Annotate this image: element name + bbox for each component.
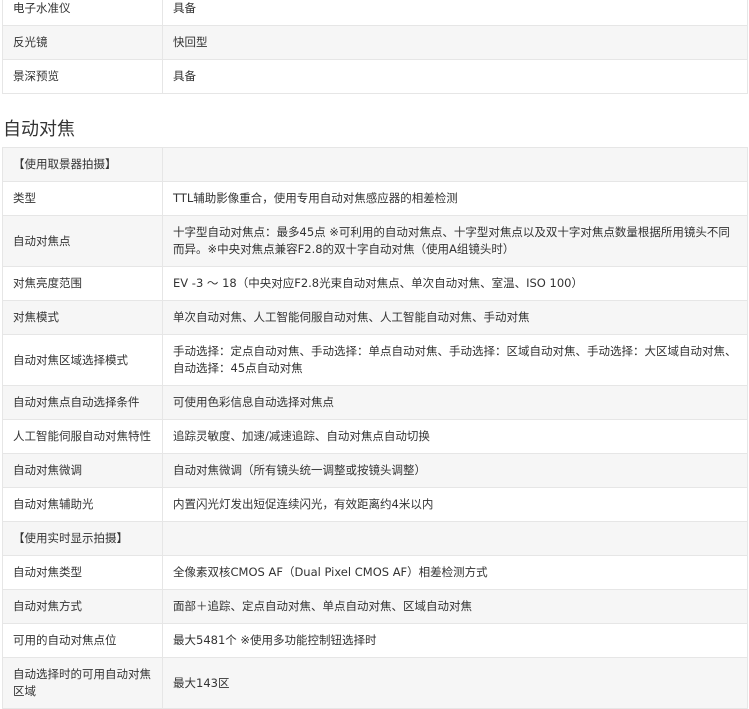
table-row: 【使用实时显示拍摄】: [2, 521, 748, 556]
spec-value: 具备: [162, 0, 748, 26]
table-row: 反光镜 快回型: [2, 25, 748, 60]
spec-value: 可使用色彩信息自动选择对焦点: [162, 385, 748, 420]
spec-label: 自动对焦区域选择模式: [2, 334, 163, 386]
spec-label: 电子水准仪: [2, 0, 163, 26]
spec-value: EV -3 ～ 18（中央对应F2.8光束自动对焦点、单次自动对焦、室温、ISO…: [162, 266, 748, 301]
table-row: 人工智能伺服自动对焦特性 追踪灵敏度、加速/减速追踪、自动对焦点自动切换: [2, 419, 748, 454]
spec-label: 对焦模式: [2, 300, 163, 335]
spec-group-label: 【使用实时显示拍摄】: [2, 521, 163, 556]
table-row: 类型 TTL辅助影像重合，使用专用自动对焦感应器的相差检测: [2, 181, 748, 216]
table-row: 景深预览 具备: [2, 59, 748, 94]
spec-label: 自动对焦方式: [2, 589, 163, 624]
autofocus-spec-table: 【使用取景器拍摄】 类型 TTL辅助影像重合，使用专用自动对焦感应器的相差检测 …: [2, 147, 748, 709]
table-row: 对焦亮度范围 EV -3 ～ 18（中央对应F2.8光束自动对焦点、单次自动对焦…: [2, 266, 748, 301]
spec-value: 追踪灵敏度、加速/减速追踪、自动对焦点自动切换: [162, 419, 748, 454]
section-title: 自动对焦: [3, 119, 75, 140]
spec-label: 自动对焦微调: [2, 453, 163, 488]
spec-value: TTL辅助影像重合，使用专用自动对焦感应器的相差检测: [162, 181, 748, 216]
spec-label: 对焦亮度范围: [2, 266, 163, 301]
table-row: 自动对焦点 十字型自动对焦点：最多45点 ※可利用的自动对焦点、十字型对焦点以及…: [2, 215, 748, 267]
spec-value: 全像素双核CMOS AF（Dual Pixel CMOS AF）相差检测方式: [162, 555, 748, 590]
spec-value: 最大143区: [162, 657, 748, 709]
table-row: 自动对焦辅助光 内置闪光灯发出短促连续闪光，有效距离约4米以内: [2, 487, 748, 522]
table-row: 自动对焦点自动选择条件 可使用色彩信息自动选择对焦点: [2, 385, 748, 420]
spec-label: 自动选择时的可用自动对焦区域: [2, 657, 163, 709]
spec-value: 面部＋追踪、定点自动对焦、单点自动对焦、区域自动对焦: [162, 589, 748, 624]
spec-value: 内置闪光灯发出短促连续闪光，有效距离约4米以内: [162, 487, 748, 522]
table-row: 电子水准仪 具备: [2, 0, 748, 26]
spec-label: 可用的自动对焦点位: [2, 623, 163, 658]
table-row: 【使用取景器拍摄】: [2, 147, 748, 182]
spec-label: 类型: [2, 181, 163, 216]
spec-value: [162, 147, 748, 182]
table-row: 自动选择时的可用自动对焦区域 最大143区: [2, 657, 748, 709]
spec-label: 自动对焦辅助光: [2, 487, 163, 522]
table-row: 自动对焦区域选择模式 手动选择：定点自动对焦、手动选择：单点自动对焦、手动选择：…: [2, 334, 748, 386]
table-row: 自动对焦微调 自动对焦微调（所有镜头统一调整或按镜头调整）: [2, 453, 748, 488]
table-row: 自动对焦类型 全像素双核CMOS AF（Dual Pixel CMOS AF）相…: [2, 555, 748, 590]
spec-label: 自动对焦点自动选择条件: [2, 385, 163, 420]
general-spec-table: 电子水准仪 具备 反光镜 快回型 景深预览 具备: [2, 0, 748, 94]
spec-label: 自动对焦点: [2, 215, 163, 267]
spec-label: 景深预览: [2, 59, 163, 94]
spec-label: 自动对焦类型: [2, 555, 163, 590]
spec-value: 十字型自动对焦点：最多45点 ※可利用的自动对焦点、十字型对焦点以及双十字对焦点…: [162, 215, 748, 267]
table-row: 自动对焦方式 面部＋追踪、定点自动对焦、单点自动对焦、区域自动对焦: [2, 589, 748, 624]
spec-value: 手动选择：定点自动对焦、手动选择：单点自动对焦、手动选择：区域自动对焦、手动选择…: [162, 334, 748, 386]
spec-value: 快回型: [162, 25, 748, 60]
table-row: 对焦模式 单次自动对焦、人工智能伺服自动对焦、人工智能自动对焦、手动对焦: [2, 300, 748, 335]
spec-value: 单次自动对焦、人工智能伺服自动对焦、人工智能自动对焦、手动对焦: [162, 300, 748, 335]
spec-value: 具备: [162, 59, 748, 94]
spec-value: 最大5481个 ※使用多功能控制钮选择时: [162, 623, 748, 658]
spec-label: 人工智能伺服自动对焦特性: [2, 419, 163, 454]
table-row: 可用的自动对焦点位 最大5481个 ※使用多功能控制钮选择时: [2, 623, 748, 658]
spec-value: [162, 521, 748, 556]
spec-value: 自动对焦微调（所有镜头统一调整或按镜头调整）: [162, 453, 748, 488]
spec-group-label: 【使用取景器拍摄】: [2, 147, 163, 182]
spec-label: 反光镜: [2, 25, 163, 60]
